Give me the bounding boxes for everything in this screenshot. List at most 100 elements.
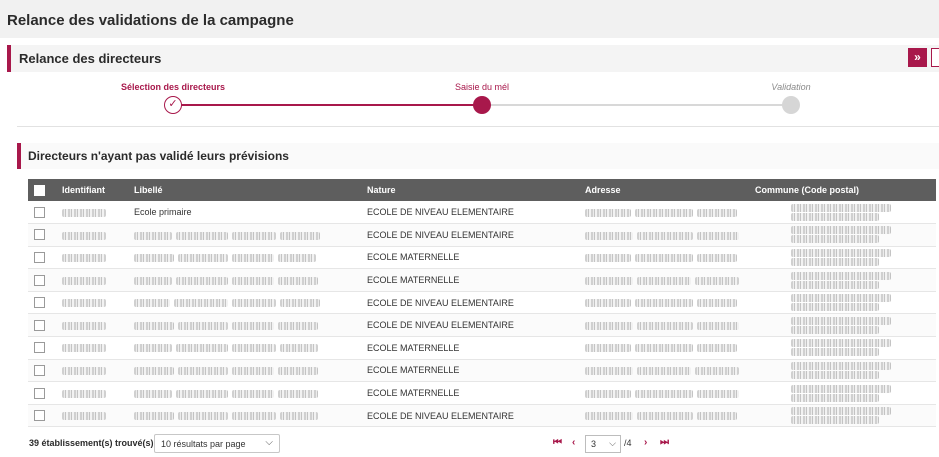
previous-page-icon[interactable]: ‹	[572, 437, 575, 448]
table-row[interactable]: ECOLE MATERNELLE	[28, 246, 936, 270]
nature-cell: ECOLE DE NIVEAU ELEMENTAIRE	[361, 404, 579, 428]
libelle-cell	[128, 313, 361, 338]
identifiant-cell	[56, 201, 128, 225]
nature-cell: ECOLE DE NIVEAU ELEMENTAIRE	[361, 223, 579, 247]
column-header-nature[interactable]: Nature	[361, 179, 579, 201]
column-header-identifiant[interactable]: Identifiant	[56, 179, 128, 201]
identifiant-cell	[56, 268, 128, 292]
commune-cell	[749, 268, 936, 292]
double-chevron-right-icon[interactable]: »	[908, 48, 927, 67]
adresse-cell	[579, 381, 749, 405]
per-page-value: 10 résultats par page	[161, 439, 246, 449]
select-all-checkbox[interactable]	[28, 179, 56, 201]
nature-cell: ECOLE MATERNELLE	[361, 359, 579, 383]
libelle-cell	[128, 268, 361, 292]
first-page-icon[interactable]: ⏮	[553, 437, 562, 448]
row-checkbox[interactable]	[28, 336, 56, 360]
identifiant-cell	[56, 359, 128, 383]
nature-cell: ECOLE MATERNELLE	[361, 381, 579, 405]
section-extra-button[interactable]	[931, 48, 939, 67]
section-header: Relance des directeurs »	[7, 45, 939, 72]
row-checkbox[interactable]	[28, 313, 56, 338]
row-checkbox[interactable]	[28, 223, 56, 247]
table-row[interactable]: ECOLE DE NIVEAU ELEMENTAIRE	[28, 291, 936, 315]
row-checkbox[interactable]	[28, 268, 56, 292]
table-row[interactable]: ECOLE MATERNELLE	[28, 336, 936, 360]
nature-cell: ECOLE MATERNELLE	[361, 246, 579, 270]
page: Relance des validations de la campagne R…	[0, 0, 939, 457]
step-label-validation: Validation	[771, 82, 811, 92]
stepper-progress-line	[173, 104, 482, 106]
commune-cell	[749, 404, 936, 428]
last-page-icon[interactable]: ⏭	[660, 437, 669, 448]
identifiant-cell	[56, 404, 128, 428]
libelle-cell	[128, 291, 361, 315]
libelle-cell	[128, 223, 361, 247]
identifiant-cell	[56, 223, 128, 247]
directors-table: Identifiant Libellé Nature Adresse Commu…	[28, 179, 936, 428]
commune-cell	[749, 381, 936, 405]
nature-cell: ECOLE DE NIVEAU ELEMENTAIRE	[361, 201, 579, 225]
table-row[interactable]: Ecole primaire ECOLE DE NIVEAU ELEMENTAI…	[28, 201, 936, 225]
identifiant-cell	[56, 381, 128, 405]
row-checkbox[interactable]	[28, 404, 56, 428]
commune-cell	[749, 223, 936, 247]
libelle-cell: Ecole primaire	[128, 201, 361, 225]
table-row[interactable]: ECOLE MATERNELLE	[28, 359, 936, 383]
commune-cell	[749, 291, 936, 315]
table-row[interactable]: ECOLE MATERNELLE	[28, 381, 936, 405]
adresse-cell	[579, 201, 749, 225]
page-total: /4	[624, 438, 632, 448]
row-checkbox[interactable]	[28, 381, 56, 405]
column-header-libelle[interactable]: Libellé	[128, 179, 361, 201]
subsection-title: Directeurs n'ayant pas validé leurs prév…	[28, 149, 289, 163]
identifiant-cell	[56, 246, 128, 270]
current-page: 3	[591, 439, 597, 449]
adresse-cell	[579, 336, 749, 360]
stepper: Sélection des directeurs Saisie du mél V…	[0, 72, 939, 128]
adresse-cell	[579, 223, 749, 247]
stepper-remaining-line	[482, 104, 791, 106]
libelle-cell	[128, 404, 361, 428]
chevron-down-icon: ⌵	[609, 438, 616, 448]
row-checkbox[interactable]	[28, 291, 56, 315]
identifiant-cell	[56, 313, 128, 338]
adresse-cell	[579, 313, 749, 338]
step-todo-dot	[782, 96, 800, 114]
results-count: 39 établissement(s) trouvé(s)	[29, 438, 154, 448]
section-title: Relance des directeurs	[19, 51, 162, 66]
adresse-cell	[579, 268, 749, 292]
adresse-cell	[579, 291, 749, 315]
libelle-cell	[128, 246, 361, 270]
step-label-saisie: Saisie du mél	[454, 82, 510, 92]
column-header-commune[interactable]: Commune (Code postal)	[749, 179, 936, 201]
row-checkbox[interactable]	[28, 246, 56, 270]
per-page-select[interactable]: 10 résultats par page ⌵	[154, 434, 280, 453]
row-checkbox[interactable]	[28, 201, 56, 225]
table-row[interactable]: ECOLE DE NIVEAU ELEMENTAIRE	[28, 404, 936, 428]
nature-cell: ECOLE MATERNELLE	[361, 268, 579, 292]
libelle-cell	[128, 381, 361, 405]
step-current-dot[interactable]	[473, 96, 491, 114]
commune-cell	[749, 313, 936, 338]
page-title: Relance des validations de la campagne	[0, 0, 939, 38]
table-row[interactable]: ECOLE DE NIVEAU ELEMENTAIRE	[28, 223, 936, 247]
commune-cell	[749, 246, 936, 270]
step-done-check-icon[interactable]: ✓	[164, 96, 182, 114]
chevron-down-icon: ⌵	[265, 437, 273, 448]
nature-cell: ECOLE DE NIVEAU ELEMENTAIRE	[361, 291, 579, 315]
table-footer: 39 établissement(s) trouvé(s) 10 résulta…	[0, 430, 939, 457]
row-checkbox[interactable]	[28, 359, 56, 383]
table-row[interactable]: ECOLE DE NIVEAU ELEMENTAIRE	[28, 313, 936, 338]
libelle-cell	[128, 336, 361, 360]
libelle-cell	[128, 359, 361, 383]
subsection-header: Directeurs n'ayant pas validé leurs prév…	[17, 143, 939, 169]
column-header-adresse[interactable]: Adresse	[579, 179, 749, 201]
next-page-icon[interactable]: ›	[644, 437, 647, 448]
page-select[interactable]: 3 ⌵	[585, 435, 621, 453]
divider	[17, 126, 939, 127]
table-row[interactable]: ECOLE MATERNELLE	[28, 268, 936, 292]
adresse-cell	[579, 404, 749, 428]
adresse-cell	[579, 246, 749, 270]
commune-cell	[749, 201, 936, 225]
